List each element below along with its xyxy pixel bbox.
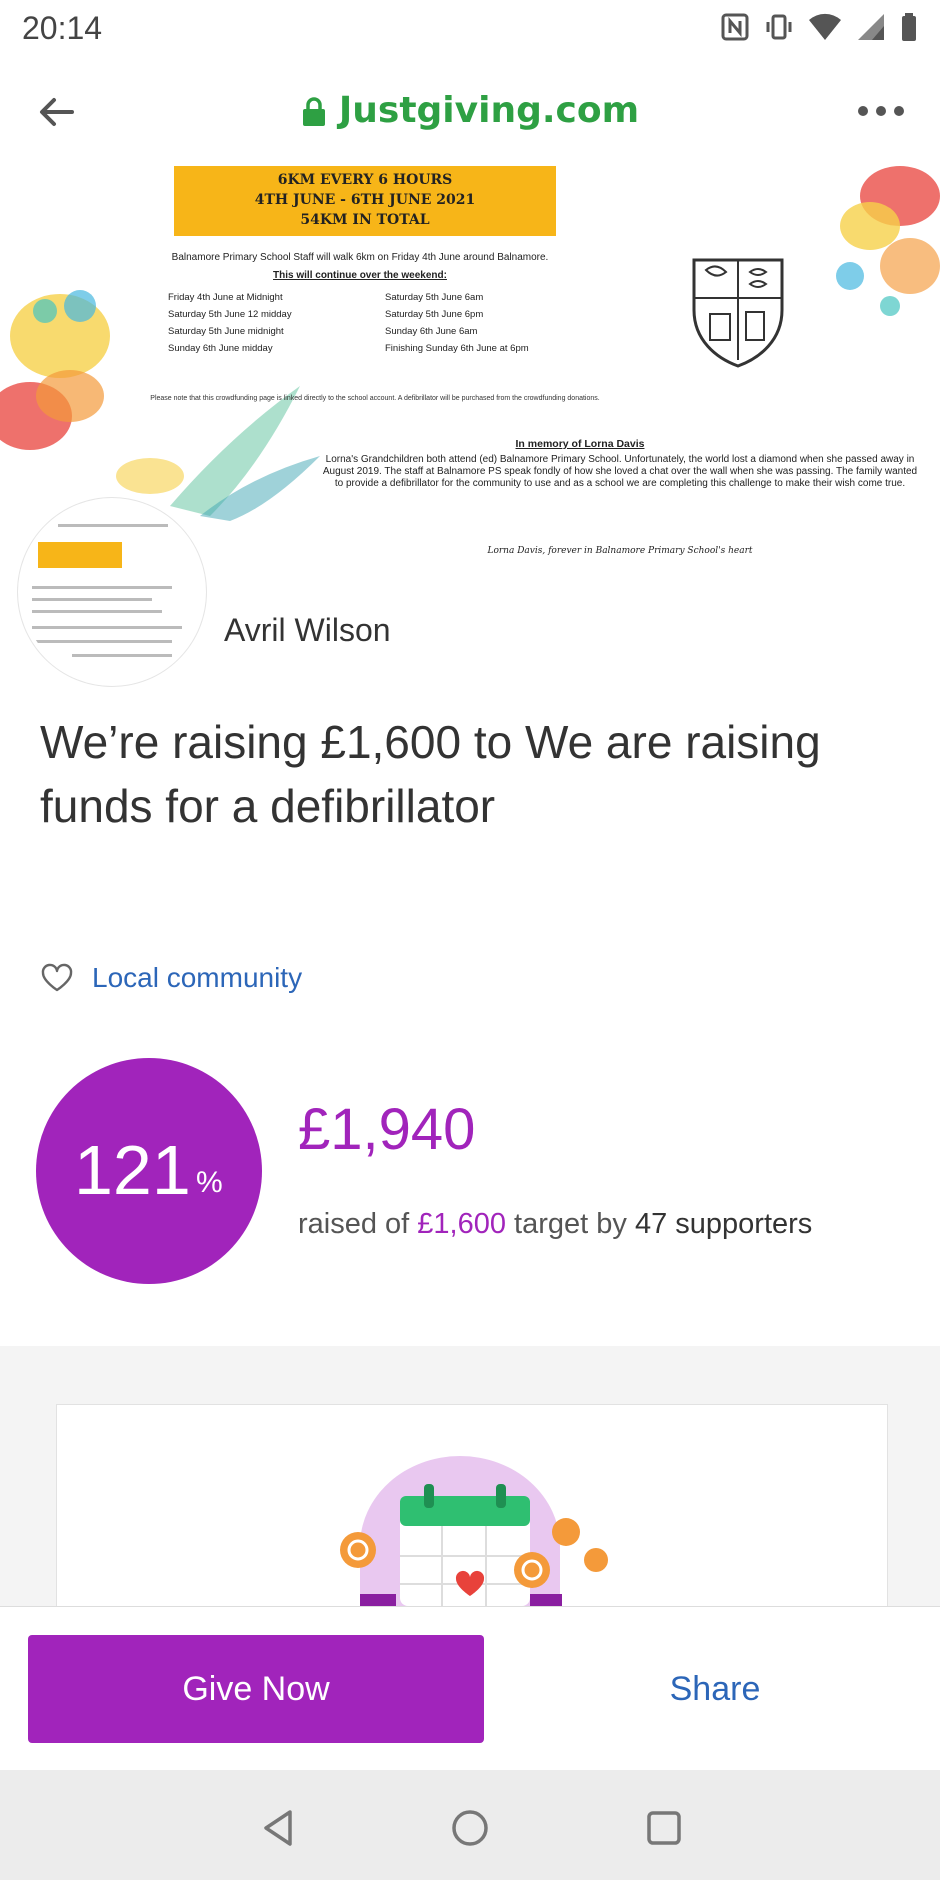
- poster-intro: Balnamore Primary School Staff will walk…: [171, 252, 549, 263]
- calendar-illustration-icon: [340, 1456, 608, 1606]
- fundraiser-title: We’re raising £1,600 to We are raising f…: [40, 716, 821, 832]
- poster-schedule: Friday 4th June at Midnight Saturday 5th…: [168, 292, 588, 354]
- schedule-item: Saturday 5th June 12 midday: [168, 309, 292, 320]
- square-recents-icon: [647, 1811, 681, 1845]
- poster-banner-line3: 54KM IN TOTAL: [300, 212, 430, 228]
- system-nav-bar: [0, 1770, 940, 1880]
- schedule-item: Sunday 6th June 6am: [385, 326, 478, 337]
- circle-home-icon: [452, 1810, 488, 1846]
- progress-percent-badge: 121 %: [36, 1058, 262, 1284]
- heart-outline-icon: [41, 963, 73, 992]
- schedule-item: Finishing Sunday 6th June at 6pm: [385, 343, 529, 354]
- avatar-text-line: [32, 586, 172, 589]
- avatar-text-line: [32, 626, 182, 629]
- status-bar: 20:14: [0, 0, 940, 56]
- avatar-text-line: [58, 524, 168, 527]
- battery-icon: [902, 13, 916, 41]
- avatar-banner: [38, 542, 122, 568]
- nav-back-button[interactable]: [258, 1808, 298, 1853]
- schedule-item: Saturday 5th June midnight: [168, 326, 284, 337]
- poster-note: Please note that this crowdfunding page …: [150, 395, 600, 402]
- address-bar[interactable]: Justgiving.com: [0, 90, 940, 131]
- action-bar: Give Now Share: [0, 1606, 940, 1771]
- memory-signature: Lorna Davis, forever in Balnamore Primar…: [487, 546, 753, 556]
- percent-sign: %: [196, 1166, 223, 1199]
- raised-prefix: raised of: [298, 1208, 418, 1240]
- nav-recents-button[interactable]: [644, 1808, 684, 1853]
- status-icons: [720, 12, 918, 42]
- schedule-item: Saturday 5th June 6pm: [385, 309, 484, 320]
- avatar-text-line: [32, 640, 172, 643]
- browser-url-bar: Justgiving.com: [0, 56, 940, 167]
- poster-banner-line2: 4TH JUNE - 6TH JUNE 2021: [254, 192, 476, 208]
- supporters-count: 47 supporters: [634, 1208, 813, 1240]
- category-link[interactable]: Local community: [40, 962, 302, 994]
- wifi-icon: [809, 13, 841, 41]
- schedule-item: Sunday 6th June midday: [168, 343, 273, 354]
- memory-text: Lorna's Grandchildren both attend (ed) B…: [322, 454, 918, 489]
- signal-icon: [858, 14, 884, 40]
- memory-title: In memory of Lorna Davis: [515, 438, 645, 450]
- organiser-avatar: [18, 498, 206, 686]
- share-button[interactable]: Share: [600, 1635, 830, 1743]
- raised-summary: raised of £1,600 target by 47 supporters: [298, 1208, 812, 1241]
- more-options-button[interactable]: [856, 104, 906, 123]
- more-vert-icon: [858, 106, 904, 116]
- target-mid: target by: [506, 1208, 635, 1240]
- triangle-back-icon: [264, 1810, 292, 1846]
- domain-text: Justgiving.com: [338, 90, 640, 131]
- poster-banner-line1: 6KM EVERY 6 HOURS: [277, 172, 453, 188]
- organiser-name[interactable]: Avril Wilson: [224, 612, 391, 649]
- avatar-text-line: [32, 610, 162, 613]
- poster-banner: 6KM EVERY 6 HOURS 4TH JUNE - 6TH JUNE 20…: [174, 166, 556, 236]
- school-crest-icon: [692, 258, 784, 368]
- avatar-text-line: [32, 598, 152, 601]
- schedule-item: Friday 4th June at Midnight: [168, 292, 283, 303]
- nfc-icon: [721, 13, 749, 41]
- amount-raised: £1,940: [298, 1097, 476, 1162]
- lock-icon: [302, 97, 325, 126]
- avatar-text-line: [72, 654, 172, 657]
- nav-home-button[interactable]: [450, 1808, 490, 1853]
- give-now-button[interactable]: Give Now: [28, 1635, 484, 1743]
- percent-value: 121: [74, 1131, 191, 1209]
- schedule-item: Saturday 5th June 6am: [385, 292, 484, 303]
- category-label: Local community: [92, 962, 303, 993]
- fundraiser-cover-image: 6KM EVERY 6 HOURS 4TH JUNE - 6TH JUNE 20…: [0, 166, 940, 556]
- status-time: 20:14: [22, 10, 103, 46]
- target-amount: £1,600: [417, 1208, 506, 1240]
- vibrate-icon: [766, 14, 792, 40]
- poster-subheading: This will continue over the weekend:: [273, 270, 447, 281]
